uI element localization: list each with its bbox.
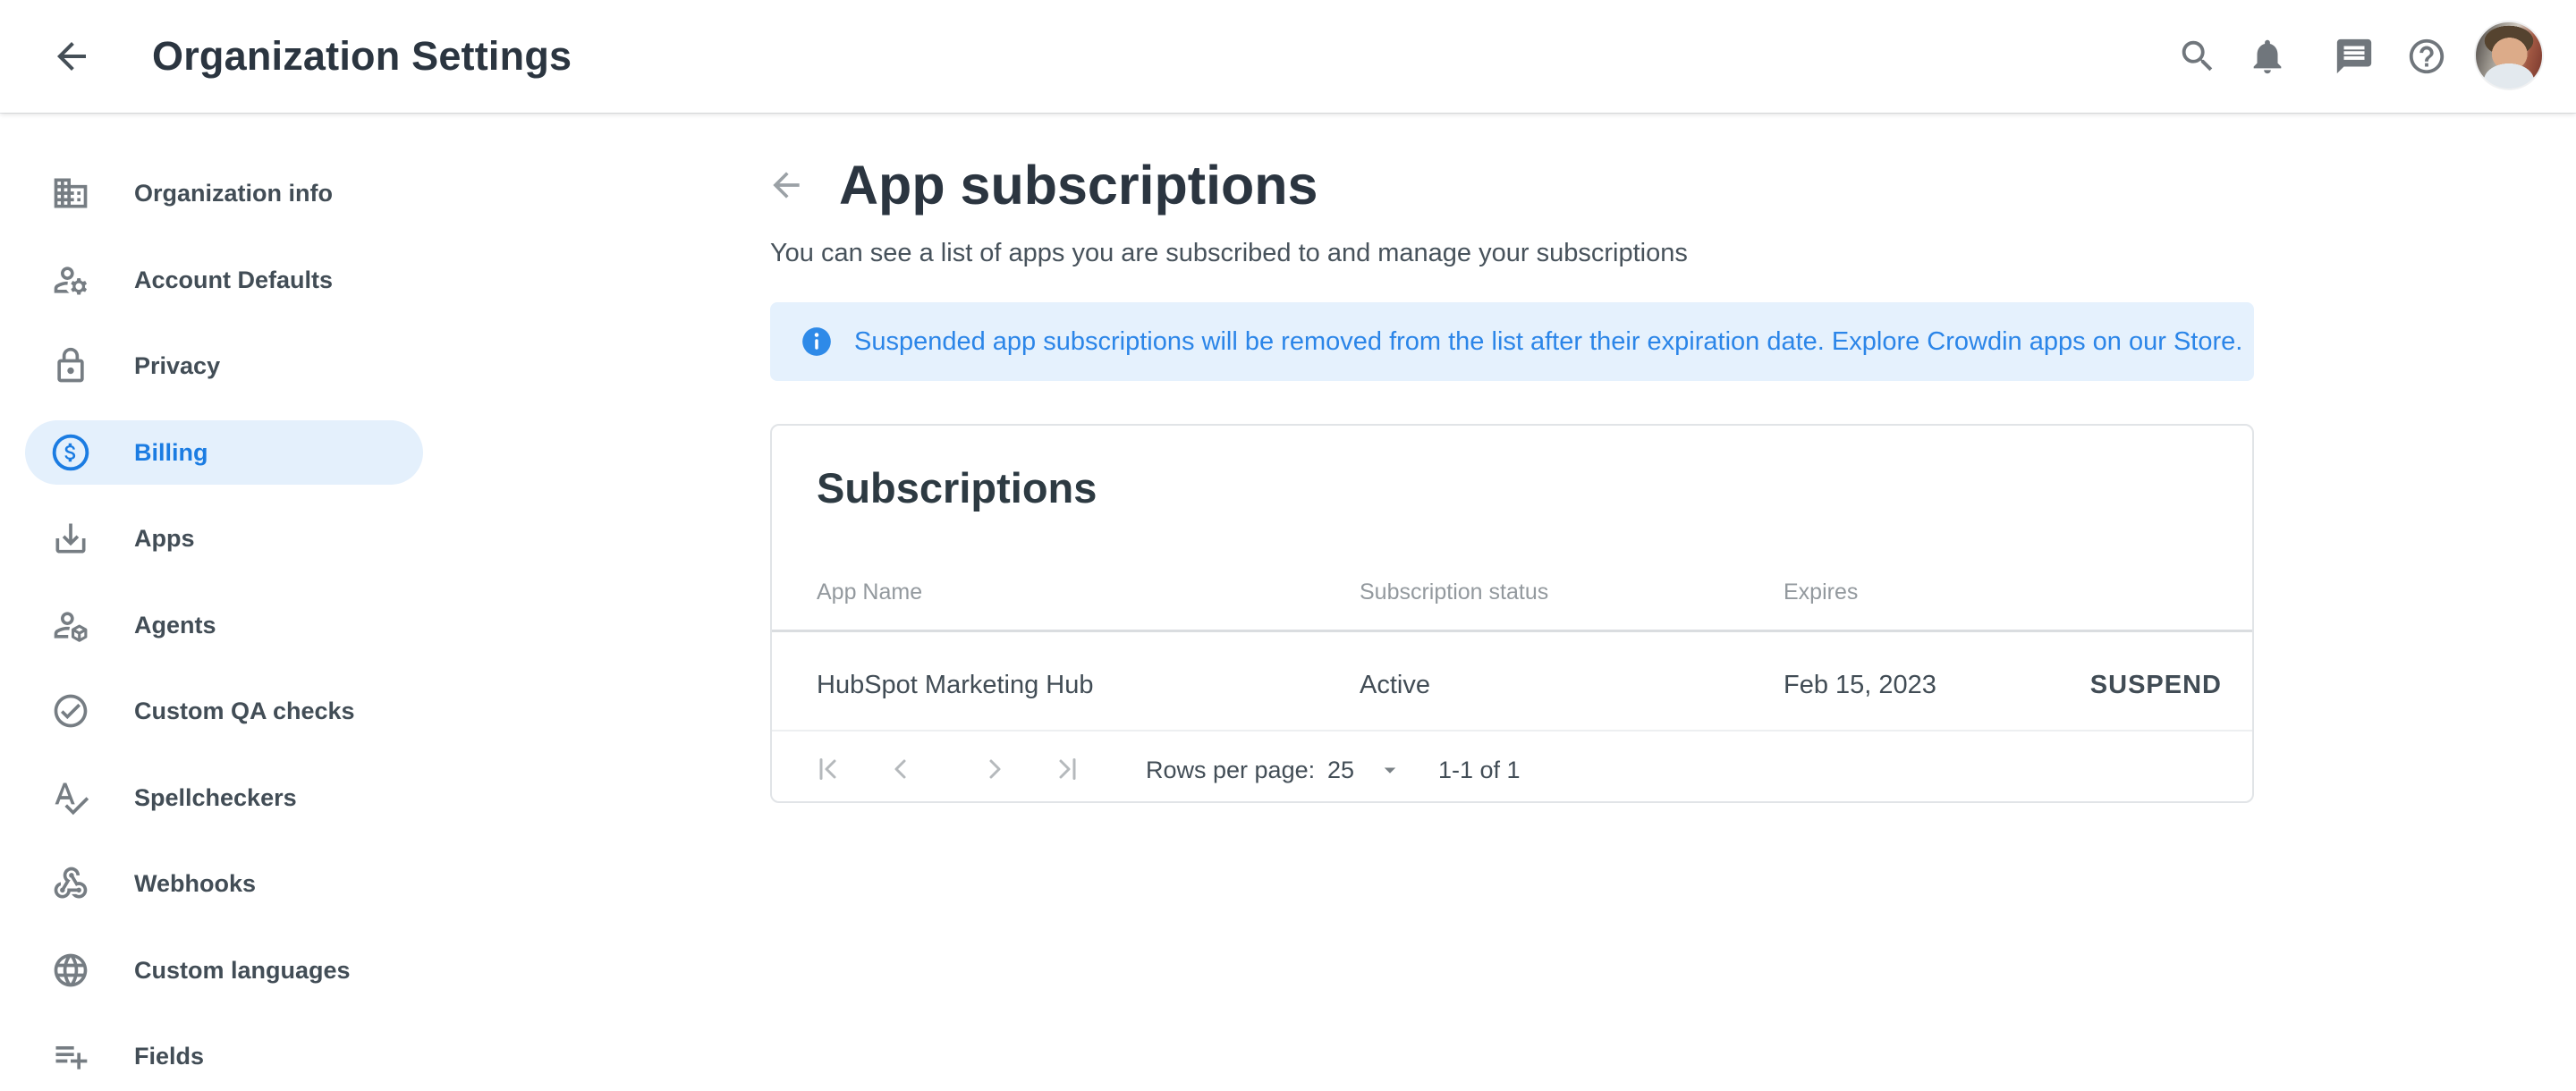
user-avatar[interactable] — [2474, 21, 2544, 90]
lock-icon — [51, 346, 90, 385]
subscriptions-card: Subscriptions App Name Subscription stat… — [770, 424, 2254, 803]
last-page-icon[interactable] — [1050, 753, 1082, 785]
dropdown-caret-icon[interactable] — [1377, 757, 1403, 783]
sidebar-item-label: Custom QA checks — [134, 696, 355, 726]
help-icon[interactable] — [2406, 36, 2447, 77]
sidebar-item-label: Account Defaults — [134, 265, 333, 295]
info-icon — [800, 325, 834, 359]
pagination-bar: Rows per page: 25 1-1 of 1 — [772, 732, 2252, 803]
rows-per-page-label: Rows per page: — [1146, 756, 1315, 784]
messages-icon[interactable] — [2334, 36, 2375, 77]
search-icon[interactable] — [2177, 36, 2218, 77]
sidebar-item-custom-languages[interactable]: Custom languages — [0, 927, 447, 1014]
sidebar-item-label: Organization info — [134, 178, 333, 208]
check-circle-icon — [51, 691, 90, 731]
sidebar-item-billing[interactable]: Billing — [0, 410, 447, 496]
table-header-divider — [772, 630, 2252, 632]
notifications-icon[interactable] — [2247, 36, 2288, 77]
sidebar-item-label: Spellcheckers — [134, 782, 297, 813]
top-app-bar: Organization Settings — [0, 0, 2576, 113]
sidebar-item-privacy[interactable]: Privacy — [0, 323, 447, 410]
sidebar-item-webhooks[interactable]: Webhooks — [0, 841, 447, 927]
spellcheck-icon — [51, 778, 90, 817]
sidebar-item-fields[interactable]: Fields — [0, 1013, 447, 1091]
card-title: Subscriptions — [817, 463, 1097, 512]
sidebar-item-custom-qa-checks[interactable]: Custom QA checks — [0, 668, 447, 755]
sidebar-item-label: Privacy — [134, 351, 220, 381]
sidebar-item-label: Billing — [134, 437, 208, 468]
first-page-icon[interactable] — [813, 753, 845, 785]
settings-sidebar: Organization info Account Defaults Priva… — [0, 113, 447, 1091]
sidebar-item-account-defaults[interactable]: Account Defaults — [0, 237, 447, 324]
pagination-range: 1-1 of 1 — [1438, 756, 1521, 784]
dollar-circle-icon — [51, 433, 90, 472]
sidebar-item-label: Agents — [134, 610, 216, 640]
organization-settings-page: Organization Settings Organization info — [0, 0, 2576, 1091]
rows-per-page-select[interactable]: 25 — [1327, 756, 1354, 784]
header-back-arrow-icon[interactable] — [50, 35, 93, 78]
section-subtitle: You can see a list of apps you are subsc… — [770, 238, 1688, 269]
sidebar-item-organization-info[interactable]: Organization info — [0, 150, 447, 237]
sidebar-item-agents[interactable]: Agents — [0, 582, 447, 669]
page-title: Organization Settings — [152, 0, 572, 113]
sidebar-item-label: Apps — [134, 523, 195, 554]
column-header-expires: Expires — [1784, 578, 1858, 606]
download-icon — [51, 519, 90, 558]
info-banner: Suspended app subscriptions will be remo… — [770, 302, 2254, 381]
sidebar-item-spellcheckers[interactable]: Spellcheckers — [0, 755, 447, 842]
suspend-button[interactable]: SUSPEND — [2090, 669, 2222, 701]
next-page-icon[interactable] — [978, 753, 1010, 785]
account-gear-icon — [51, 260, 90, 300]
building-icon — [51, 173, 90, 213]
cell-app-name: HubSpot Marketing Hub — [817, 669, 1094, 701]
column-header-app-name: App Name — [817, 578, 922, 606]
cell-expires: Feb 15, 2023 — [1784, 669, 1936, 701]
agent-cube-icon — [51, 605, 90, 645]
info-banner-text[interactable]: Suspended app subscriptions will be remo… — [854, 326, 2242, 357]
cell-status: Active — [1360, 669, 1430, 701]
column-header-status: Subscription status — [1360, 578, 1548, 606]
webhook-icon — [51, 864, 90, 903]
globe-icon — [51, 951, 90, 990]
section-title: App subscriptions — [839, 153, 1318, 217]
previous-page-icon[interactable] — [886, 753, 918, 785]
sidebar-item-label: Webhooks — [134, 868, 256, 899]
sidebar-item-apps[interactable]: Apps — [0, 495, 447, 582]
sidebar-item-label: Custom languages — [134, 955, 351, 985]
playlist-add-icon — [51, 1036, 90, 1076]
content-back-arrow-icon[interactable] — [767, 165, 806, 205]
sidebar-item-label: Fields — [134, 1041, 204, 1071]
